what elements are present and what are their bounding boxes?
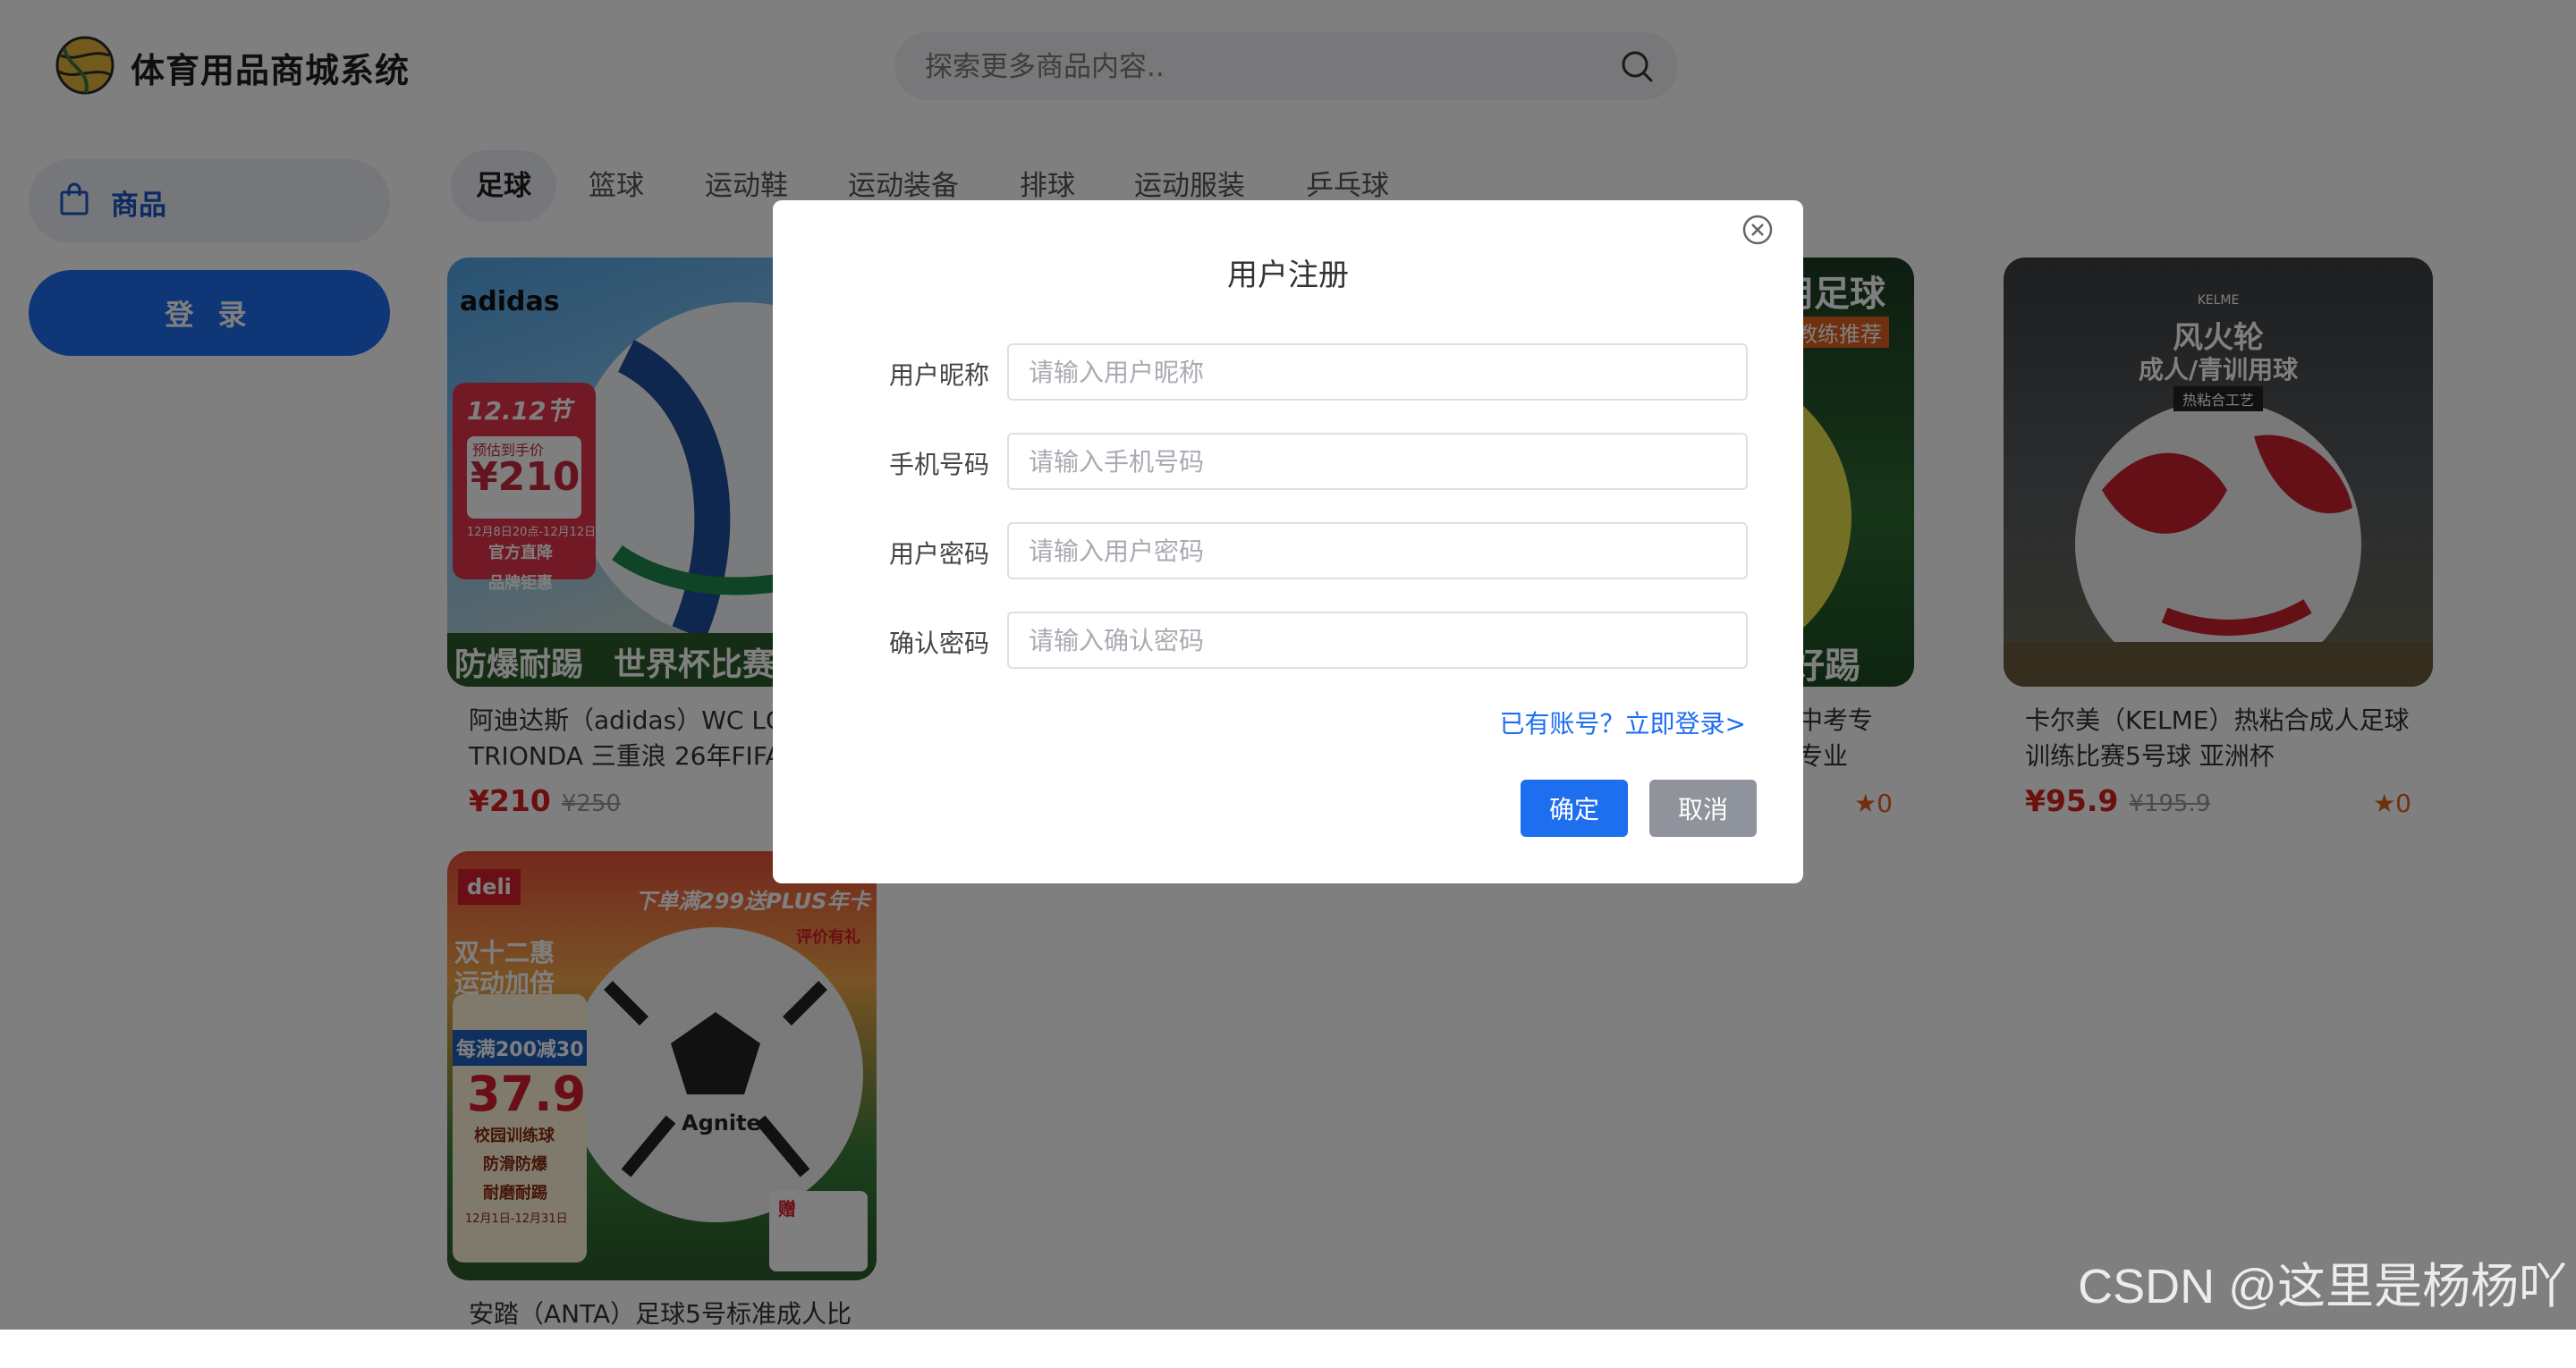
password-input[interactable] bbox=[1007, 522, 1748, 579]
watermark: CSDN @这里是杨杨吖 bbox=[2078, 1260, 2567, 1313]
nickname-input[interactable] bbox=[1007, 343, 1748, 401]
cancel-button[interactable]: 取消 bbox=[1649, 780, 1757, 837]
confirm-password-input[interactable] bbox=[1007, 612, 1748, 669]
password-label: 用户密码 bbox=[888, 539, 989, 569]
form-row-password: 用户密码 bbox=[773, 522, 1803, 579]
confirm-password-label: 确认密码 bbox=[888, 629, 989, 658]
form-row-nickname: 用户昵称 bbox=[773, 343, 1803, 401]
dialog-title: 用户注册 bbox=[1227, 258, 1349, 293]
nickname-label: 用户昵称 bbox=[888, 360, 989, 390]
phone-label: 手机号码 bbox=[888, 450, 989, 479]
form-row-confirm-password: 确认密码 bbox=[773, 612, 1803, 669]
login-link[interactable]: 已有账号？立即登录> bbox=[1500, 705, 1746, 740]
close-icon[interactable] bbox=[1741, 213, 1775, 247]
confirm-button[interactable]: 确定 bbox=[1521, 780, 1628, 837]
phone-input[interactable] bbox=[1007, 433, 1748, 490]
register-dialog: 用户注册 用户昵称 手机号码 用户密码 确认密码 已有账号？立即登录> 确定 取… bbox=[773, 200, 1803, 883]
form-row-phone: 手机号码 bbox=[773, 433, 1803, 490]
